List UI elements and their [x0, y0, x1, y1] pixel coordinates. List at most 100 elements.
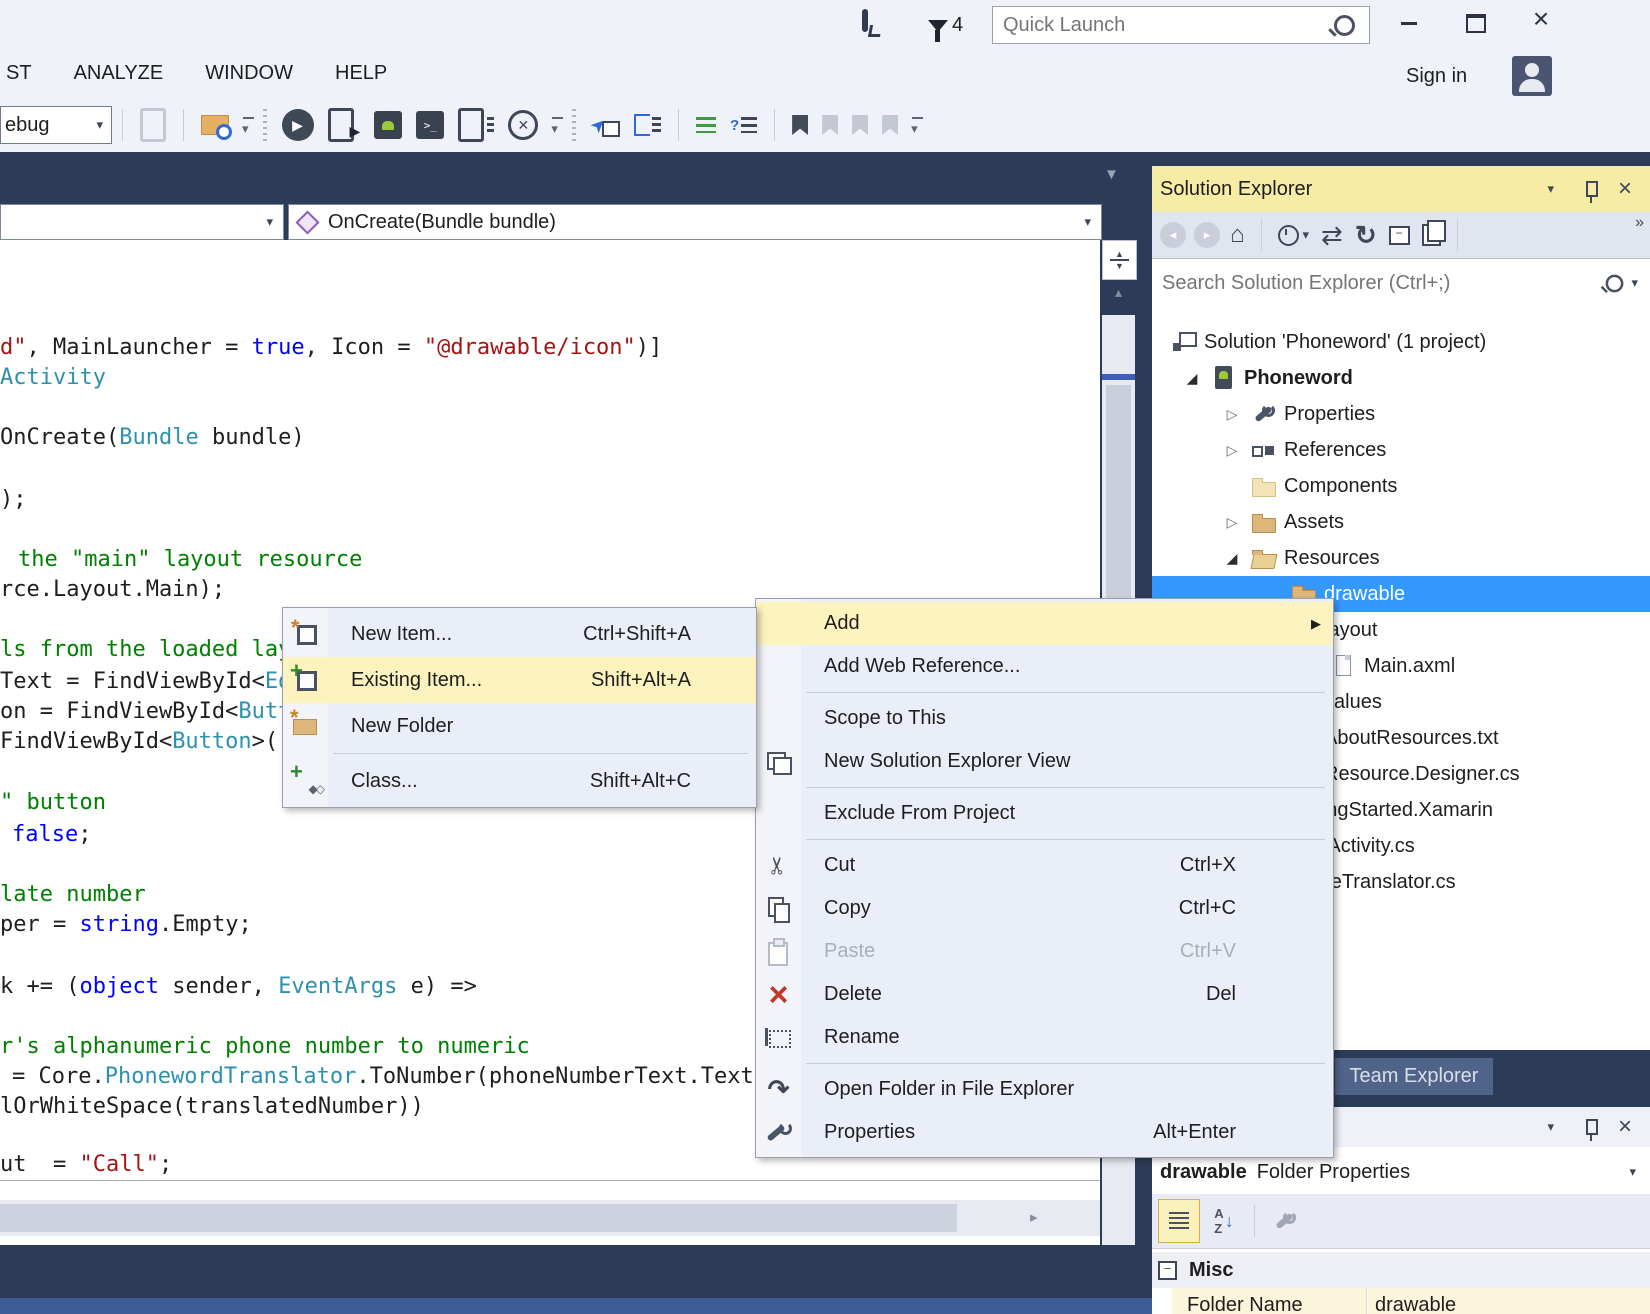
menu-item-open-folder-in-file-explorer[interactable]: Open Folder in File Explorer [756, 1068, 1333, 1111]
toolbar-overflow-icon[interactable]: ▾ [911, 121, 918, 137]
menubar-item-window[interactable]: WINDOW [205, 62, 293, 85]
menubar-item-help[interactable]: HELP [335, 62, 387, 85]
menu-item-existing-item[interactable]: Existing Item...Shift+Alt+A [283, 657, 756, 703]
quick-launch-box[interactable] [992, 6, 1370, 44]
code-line: late number [0, 881, 146, 909]
expander-closed-icon[interactable]: ▷ [1212, 406, 1252, 423]
tree-item-properties[interactable]: ▷Properties [1152, 396, 1650, 432]
method-icon [295, 210, 319, 234]
editor-splitter-button[interactable]: ▲▼ [1102, 240, 1137, 280]
menubar-item-st[interactable]: ST [6, 62, 32, 85]
menu-item-new-item[interactable]: New Item...Ctrl+Shift+A [283, 611, 756, 657]
solution-search-input[interactable] [1152, 272, 1604, 295]
find-in-files-button[interactable] [201, 115, 229, 135]
alphabetical-button[interactable]: AZ↓ [1204, 1200, 1244, 1242]
toolbar-overflow-button[interactable]: » [1635, 214, 1644, 232]
code-line: ); [0, 486, 27, 514]
menu-item-cut[interactable]: CutCtrl+X [756, 844, 1333, 887]
adb-console-button[interactable]: >_ [416, 111, 444, 139]
tree-item-references[interactable]: ▷References [1152, 432, 1650, 468]
navigate-backward-button[interactable]: ➤ [591, 113, 620, 137]
tree-item-phoneword[interactable]: ◢Phoneword [1152, 360, 1650, 396]
property-name-cell[interactable]: Folder Name [1172, 1288, 1367, 1314]
menu-item-copy[interactable]: CopyCtrl+C [756, 887, 1333, 930]
navigate-to-button[interactable] [634, 114, 661, 136]
show-all-files-button[interactable] [1422, 224, 1441, 246]
sign-in-link[interactable]: Sign in [1406, 65, 1467, 88]
expander-closed-icon[interactable]: ▷ [1212, 442, 1252, 459]
no-activity-button[interactable]: ✕ [508, 110, 538, 140]
menubar-item-analyze[interactable]: ANALYZE [74, 62, 164, 85]
close-button[interactable]: × [1526, 4, 1556, 34]
sync-with-active-document-button[interactable]: ⇄ [1321, 220, 1343, 251]
menu-item-delete[interactable]: DeleteDel [756, 973, 1333, 1016]
notifications-filter[interactable]: 4 [928, 14, 963, 37]
increase-indent-button[interactable]: ? [730, 117, 757, 134]
tree-item-solution-phoneword-1-project[interactable]: Solution 'Phoneword' (1 project) [1152, 324, 1650, 360]
bookmark-icon [792, 115, 808, 135]
navbar-types-combo[interactable]: ▾ [0, 204, 284, 240]
menu-item-add-web-reference[interactable]: Add Web Reference... [756, 645, 1333, 688]
scroll-up-arrow[interactable]: ▴ [1102, 284, 1135, 301]
clear-bookmarks-button-disabled[interactable] [882, 115, 898, 135]
tree-item-resources[interactable]: ◢Resources [1152, 540, 1650, 576]
document-well-dropdown[interactable]: ▼ [1104, 166, 1119, 183]
menu-item-rename[interactable]: Rename [756, 1016, 1333, 1059]
property-value-cell[interactable]: drawable [1368, 1288, 1650, 1314]
categorized-button-selected[interactable] [1158, 1199, 1200, 1243]
menu-item-scope-to-this[interactable]: Scope to This [756, 697, 1333, 740]
refresh-button[interactable]: ↻ [1355, 220, 1377, 251]
account-button[interactable] [1512, 56, 1552, 96]
menu-item-add[interactable]: Add▶ [756, 602, 1333, 645]
menu-item-properties[interactable]: PropertiesAlt+Enter [756, 1111, 1333, 1154]
close-icon[interactable]: × [1618, 1113, 1632, 1141]
editor-hscroll-thumb[interactable] [0, 1204, 957, 1232]
toolbar-grip[interactable] [263, 109, 267, 141]
tab-team-explorer[interactable]: Team Explorer [1335, 1058, 1493, 1095]
property-pages-button-disabled[interactable] [1273, 1209, 1297, 1233]
collapse-category-icon[interactable]: − [1158, 1261, 1177, 1280]
window-position-icon[interactable]: ▾ [1547, 181, 1554, 197]
decrease-indent-button[interactable] [696, 117, 716, 133]
next-bookmark-button-disabled[interactable] [852, 115, 868, 135]
pending-changes-filter-button[interactable]: ▾ [1278, 225, 1310, 246]
tree-item-assets[interactable]: ▷Assets [1152, 504, 1650, 540]
back-button-disabled[interactable]: ◂ [1160, 222, 1186, 248]
pin-icon[interactable] [1586, 1119, 1598, 1135]
toolbar-overflow-icon[interactable]: ▾ [242, 121, 249, 137]
feedback-icon[interactable] [862, 12, 868, 30]
expander-open-icon[interactable]: ◢ [1172, 370, 1212, 387]
menu-item-new-folder[interactable]: New Folder [283, 703, 756, 749]
attach-button-disabled[interactable] [140, 108, 166, 142]
expander-closed-icon[interactable]: ▷ [1212, 514, 1252, 531]
home-button[interactable]: ⌂ [1230, 221, 1245, 249]
solution-explorer-titlebar[interactable]: Solution Explorer ▾ × [1152, 166, 1650, 212]
forward-button-disabled[interactable]: ▸ [1194, 222, 1220, 248]
close-icon[interactable]: × [1618, 175, 1632, 203]
minimize-button[interactable] [1394, 8, 1424, 38]
window-position-icon[interactable]: ▾ [1547, 1119, 1554, 1135]
toggle-bookmark-button[interactable] [792, 115, 808, 135]
code-segment: e) => [397, 974, 476, 999]
solution-configurations-combo[interactable]: ebug ▾ [0, 106, 112, 144]
navbar-members-combo[interactable]: OnCreate(Bundle bundle) ▾ [288, 204, 1102, 240]
device-log-button[interactable] [458, 108, 494, 142]
toolbar-overflow-icon[interactable]: ▾ [551, 121, 558, 137]
pin-icon[interactable] [1586, 181, 1598, 197]
quick-launch-input[interactable] [993, 14, 1334, 37]
menu-item-new-solution-explorer-view[interactable]: New Solution Explorer View [756, 740, 1333, 783]
toolbar-grip[interactable] [572, 109, 576, 141]
start-debug-button[interactable]: ▶ [282, 109, 314, 141]
maximize-button[interactable] [1461, 8, 1491, 38]
menu-item-class[interactable]: Class...Shift+Alt+C [283, 758, 756, 804]
expander-open-icon[interactable]: ◢ [1212, 550, 1252, 567]
previous-bookmark-button-disabled[interactable] [822, 115, 838, 135]
collapse-all-button[interactable]: − [1389, 226, 1410, 245]
solution-explorer-search[interactable]: ▾ [1152, 258, 1650, 308]
tree-item-components[interactable]: Components [1152, 468, 1650, 504]
scroll-right-arrow[interactable]: ▸ [1030, 1208, 1038, 1226]
property-category-row[interactable]: − Misc [1152, 1252, 1650, 1288]
android-sdk-button[interactable] [374, 111, 402, 139]
menu-item-exclude-from-project[interactable]: Exclude From Project [756, 792, 1333, 835]
deploy-device-button[interactable]: ▶ [328, 108, 361, 142]
